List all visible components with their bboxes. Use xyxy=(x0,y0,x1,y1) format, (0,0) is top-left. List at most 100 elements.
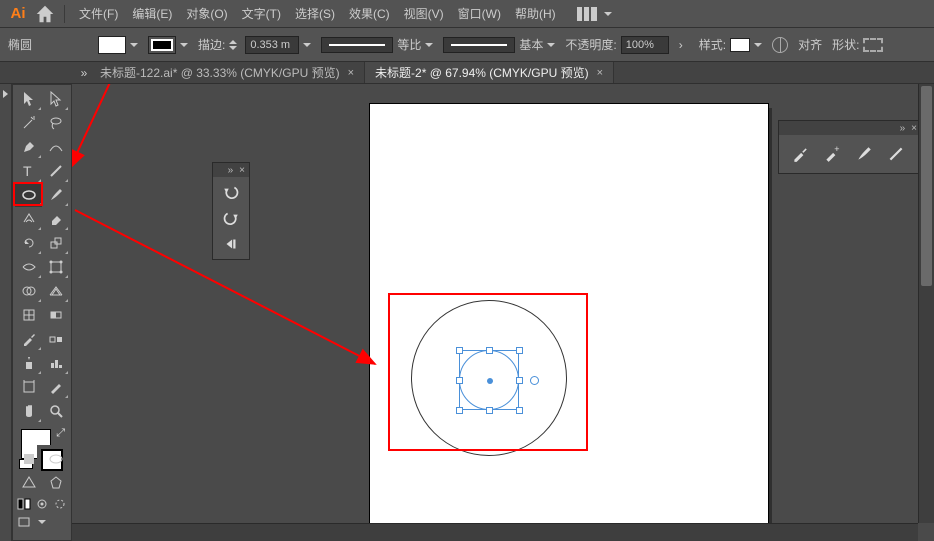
selection-handle[interactable] xyxy=(456,347,463,354)
selection-handle[interactable] xyxy=(516,407,523,414)
width-tool[interactable] xyxy=(15,255,42,279)
stroke-reset-icon[interactable] xyxy=(229,36,241,54)
blend-tool[interactable] xyxy=(42,327,69,351)
shape-builder-tool[interactable] xyxy=(15,279,42,303)
selection-handle[interactable] xyxy=(516,347,523,354)
screen-mode-icon[interactable] xyxy=(15,513,33,531)
floating-panel-actions[interactable]: » × xyxy=(212,162,250,260)
eyedropper-tool[interactable] xyxy=(15,327,42,351)
close-icon[interactable]: × xyxy=(597,67,603,79)
width-profile-preview[interactable] xyxy=(321,37,393,53)
eyedropper-icon[interactable] xyxy=(791,145,809,163)
selection-handle[interactable] xyxy=(486,407,493,414)
perspective-grid-tool[interactable] xyxy=(42,279,69,303)
dock-anchor-icon[interactable] xyxy=(3,90,8,98)
panel-header[interactable]: » × xyxy=(213,163,249,177)
fill-swatch-group[interactable] xyxy=(98,36,138,54)
selection-handle[interactable] xyxy=(456,407,463,414)
document-tab-2[interactable]: 未标题-2* @ 67.94% (CMYK/GPU 预览) × xyxy=(365,62,614,83)
tabs-anchor-icon[interactable]: » xyxy=(78,62,90,83)
stroke-weight-dropdown[interactable] xyxy=(303,43,311,47)
selection-handle[interactable] xyxy=(486,347,493,354)
column-graph-tool[interactable] xyxy=(42,351,69,375)
scale-tool[interactable] xyxy=(42,231,69,255)
brush-icon[interactable] xyxy=(855,145,873,163)
curvature-tool[interactable] xyxy=(42,135,69,159)
draw-mode-normal[interactable] xyxy=(15,495,33,513)
layout-dropdown-caret[interactable] xyxy=(604,12,612,16)
panel-collapse-icon[interactable]: » xyxy=(228,165,234,176)
close-icon[interactable]: × xyxy=(348,67,354,79)
zoom-tool[interactable] xyxy=(42,399,69,423)
mesh-tool[interactable] xyxy=(15,303,42,327)
shape-crop-icon[interactable] xyxy=(863,38,883,52)
free-transform-tool[interactable] xyxy=(42,255,69,279)
add-eyedropper-icon[interactable]: + xyxy=(823,145,841,163)
draw-mode-inside[interactable] xyxy=(51,495,69,513)
horizontal-scrollbar[interactable] xyxy=(72,523,918,541)
type-tool[interactable]: T xyxy=(15,159,42,183)
screen-mode-dropdown[interactable] xyxy=(33,513,51,531)
style-dropdown[interactable] xyxy=(754,43,762,47)
stroke-swatch[interactable] xyxy=(148,36,176,54)
close-icon[interactable]: × xyxy=(239,165,245,176)
magic-wand-tool[interactable] xyxy=(15,111,42,135)
step-back-icon[interactable] xyxy=(222,235,240,253)
artboard-tool[interactable] xyxy=(15,375,42,399)
vertical-scrollbar[interactable] xyxy=(918,84,934,523)
profile-dropdown[interactable] xyxy=(425,43,433,47)
gradient-mode-icon[interactable] xyxy=(42,447,69,471)
rotate-tool[interactable] xyxy=(15,231,42,255)
line-icon[interactable] xyxy=(887,145,905,163)
scrollbar-thumb[interactable] xyxy=(921,86,932,286)
draw-mode-behind[interactable] xyxy=(33,495,51,513)
eraser-tool[interactable] xyxy=(42,207,69,231)
canvas[interactable]: » × » × + xyxy=(72,84,934,541)
brush-dropdown[interactable] xyxy=(547,43,555,47)
brush-preview[interactable] xyxy=(443,37,515,53)
direct-selection-tool[interactable] xyxy=(42,87,69,111)
pie-widget-handle[interactable] xyxy=(530,376,539,385)
shaper-tool[interactable] xyxy=(15,207,42,231)
align-label[interactable]: 对齐 xyxy=(798,36,822,53)
menu-object[interactable]: 对象(O) xyxy=(180,1,233,26)
close-icon[interactable]: × xyxy=(911,123,917,134)
menu-select[interactable]: 选择(S) xyxy=(289,1,341,26)
stroke-dropdown-icon[interactable] xyxy=(180,43,188,47)
gradient-tool[interactable] xyxy=(42,303,69,327)
paintbrush-tool[interactable] xyxy=(42,183,69,207)
panel-header[interactable]: » × xyxy=(779,121,921,135)
selection-tool[interactable] xyxy=(15,87,42,111)
lasso-tool[interactable] xyxy=(42,111,69,135)
redo-icon[interactable] xyxy=(222,209,240,227)
layout-picker-icon[interactable] xyxy=(576,7,598,21)
menu-window[interactable]: 窗口(W) xyxy=(452,1,507,26)
draw-normal-icon[interactable] xyxy=(42,471,69,495)
opacity-input[interactable] xyxy=(621,36,669,54)
menu-help[interactable]: 帮助(H) xyxy=(509,1,562,26)
home-icon[interactable] xyxy=(34,3,56,25)
fill-dropdown-icon[interactable] xyxy=(130,43,138,47)
fill-swatch[interactable] xyxy=(98,36,126,54)
pen-tool[interactable] xyxy=(15,135,42,159)
symbol-sprayer-tool[interactable] xyxy=(15,351,42,375)
opacity-chevron-icon[interactable]: › xyxy=(673,37,689,53)
slice-tool[interactable] xyxy=(42,375,69,399)
ellipse-tool[interactable] xyxy=(15,183,42,207)
floating-panel-tools[interactable]: » × + xyxy=(778,120,922,174)
selection-handle[interactable] xyxy=(456,377,463,384)
menu-edit[interactable]: 编辑(E) xyxy=(126,1,178,26)
recolor-icon[interactable] xyxy=(772,37,788,53)
menu-type[interactable]: 文字(T) xyxy=(236,1,287,26)
line-segment-tool[interactable] xyxy=(42,159,69,183)
selection-handle[interactable] xyxy=(516,377,523,384)
hand-tool[interactable] xyxy=(15,399,42,423)
stroke-weight-input[interactable] xyxy=(245,36,299,54)
undo-icon[interactable] xyxy=(222,183,240,201)
none-mode-icon[interactable] xyxy=(15,471,42,495)
menu-effect[interactable]: 效果(C) xyxy=(343,1,396,26)
color-mode-icon[interactable] xyxy=(15,447,42,471)
stroke-swatch-group[interactable] xyxy=(148,36,188,54)
document-tab-1[interactable]: 未标题-122.ai* @ 33.33% (CMYK/GPU 预览) × xyxy=(90,62,365,83)
swap-fill-stroke-icon[interactable]: ⤢ xyxy=(56,427,65,440)
